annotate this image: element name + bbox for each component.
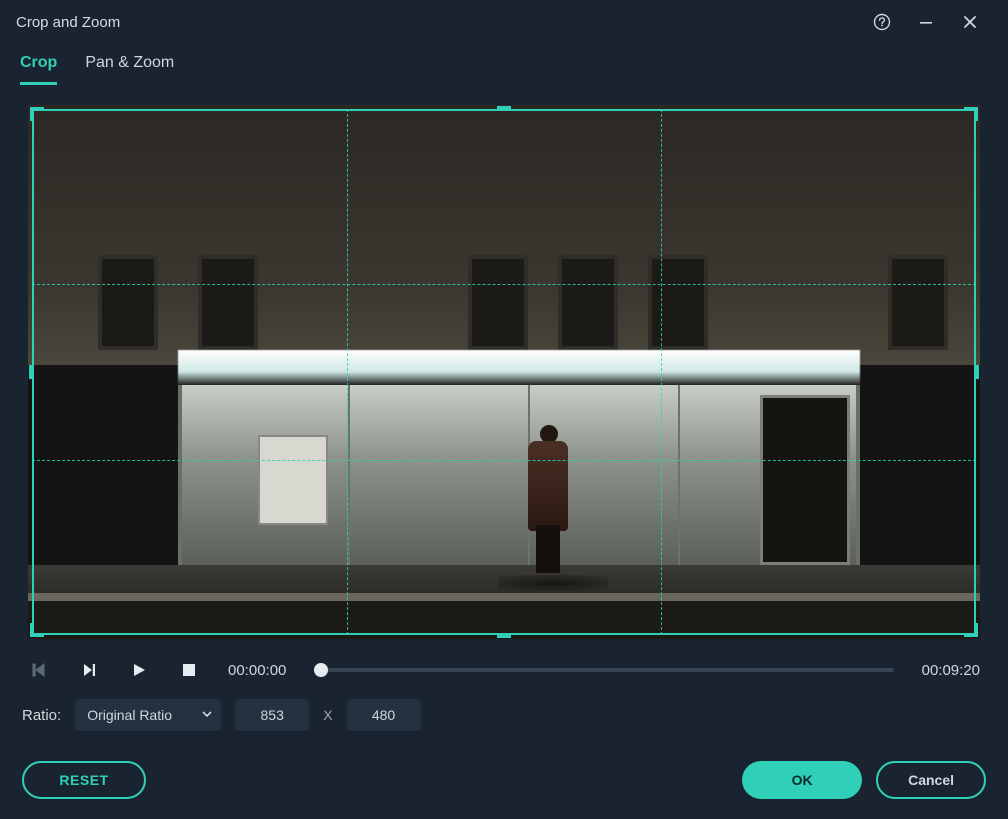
tab-pan-and-zoom[interactable]: Pan & Zoom — [85, 54, 174, 85]
window-title: Crop and Zoom — [16, 14, 120, 31]
crop-handle-bottom-right[interactable] — [964, 623, 978, 637]
help-button[interactable] — [860, 0, 904, 44]
crop-handle-bottom-left[interactable] — [30, 623, 44, 637]
close-icon — [963, 15, 977, 29]
timeline-thumb[interactable] — [314, 663, 328, 677]
crop-handle-left[interactable] — [29, 365, 33, 379]
close-button[interactable] — [948, 0, 992, 44]
chevron-down-icon — [201, 707, 213, 723]
crop-handle-top-right[interactable] — [964, 107, 978, 121]
cancel-button[interactable]: Cancel — [876, 761, 986, 799]
next-frame-icon — [81, 662, 97, 678]
dimension-separator: X — [323, 707, 332, 723]
ok-button[interactable]: OK — [742, 761, 862, 799]
preview-area — [28, 105, 980, 639]
titlebar: Crop and Zoom — [0, 0, 1008, 44]
crop-handle-top[interactable] — [497, 106, 511, 110]
play-icon — [131, 662, 147, 678]
total-time: 00:09:20 — [922, 662, 980, 679]
ratio-dropdown[interactable]: Original Ratio — [75, 699, 221, 731]
ratio-label: Ratio: — [22, 707, 61, 724]
tab-crop[interactable]: Crop — [20, 54, 57, 85]
crop-handle-bottom[interactable] — [497, 634, 511, 638]
dialog-footer: RESET OK Cancel — [0, 743, 1008, 819]
crop-handle-top-left[interactable] — [30, 107, 44, 121]
stop-button[interactable] — [178, 659, 200, 681]
height-input[interactable]: 480 — [347, 699, 421, 731]
ratio-selected: Original Ratio — [87, 707, 172, 723]
width-input[interactable]: 853 — [235, 699, 309, 731]
timeline-slider[interactable] — [314, 660, 893, 680]
crop-handle-right[interactable] — [975, 365, 979, 379]
play-button[interactable] — [128, 659, 150, 681]
tab-bar: Crop Pan & Zoom — [0, 44, 1008, 85]
current-time: 00:00:00 — [228, 662, 286, 679]
reset-button[interactable]: RESET — [22, 761, 146, 799]
video-preview[interactable] — [28, 105, 980, 639]
next-frame-button[interactable] — [78, 659, 100, 681]
crop-and-zoom-dialog: Crop and Zoom Crop Pan & Zoom — [0, 0, 1008, 819]
prev-frame-button[interactable] — [28, 659, 50, 681]
help-icon — [873, 13, 891, 31]
stop-icon — [182, 663, 196, 677]
playback-controls: 00:00:00 00:09:20 — [0, 649, 1008, 687]
minimize-button[interactable] — [904, 0, 948, 44]
prev-frame-icon — [31, 662, 47, 678]
minimize-icon — [919, 15, 933, 29]
ratio-row: Ratio: Original Ratio 853 X 480 — [0, 687, 1008, 743]
